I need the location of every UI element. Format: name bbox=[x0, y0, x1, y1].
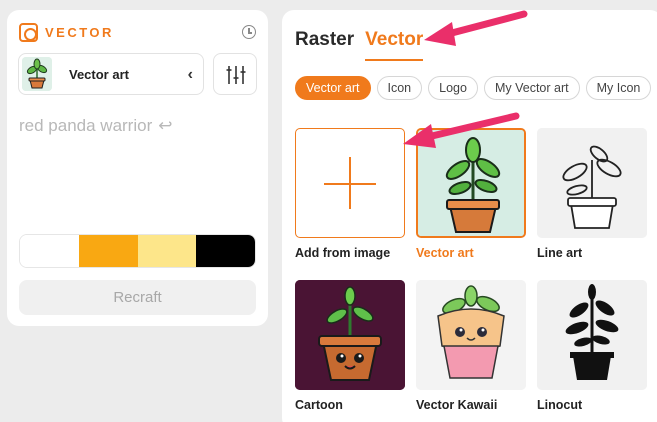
enter-return-icon: ↩ bbox=[158, 116, 173, 135]
style-card-cartoon[interactable]: Cartoon bbox=[295, 280, 405, 412]
settings-sliders-button[interactable] bbox=[213, 53, 257, 95]
kawaii-preview bbox=[416, 280, 526, 390]
recraft-button[interactable]: Recraft bbox=[19, 280, 256, 315]
palette-swatch[interactable] bbox=[137, 235, 197, 267]
history-clock-icon[interactable] bbox=[242, 25, 256, 39]
card-label: Cartoon bbox=[295, 398, 343, 412]
style-thumbnail bbox=[22, 57, 52, 91]
prompt-input[interactable]: red panda warrior ↩ bbox=[19, 116, 173, 136]
mode-tabs: Raster Vector bbox=[295, 29, 424, 61]
card-label: Vector Kawaii bbox=[416, 398, 498, 412]
style-library-panel: Raster Vector Vector art Icon Logo My Ve… bbox=[282, 10, 657, 422]
brand: VECTOR bbox=[19, 23, 114, 42]
vector-art-preview bbox=[416, 128, 526, 238]
tab-vector[interactable]: Vector bbox=[365, 29, 424, 61]
style-panel: VECTOR Vector art ‹ red panda warrior ↩ … bbox=[7, 10, 268, 326]
style-card-vector-kawaii[interactable]: Vector Kawaii bbox=[416, 280, 526, 412]
style-card-linocut[interactable]: Linocut bbox=[537, 280, 647, 412]
palette-swatch[interactable] bbox=[20, 235, 79, 267]
palette-swatch[interactable] bbox=[196, 235, 255, 267]
color-palette[interactable] bbox=[19, 234, 256, 268]
cartoon-preview bbox=[295, 280, 405, 390]
style-card-vector-art[interactable]: Vector art bbox=[416, 128, 526, 260]
style-card-add-from-image[interactable]: Add from image bbox=[295, 128, 405, 260]
brand-name: VECTOR bbox=[45, 25, 114, 40]
vector-logo-icon bbox=[19, 23, 38, 42]
add-image-box[interactable] bbox=[295, 128, 405, 238]
chip-logo[interactable]: Logo bbox=[428, 76, 478, 100]
sliders-icon bbox=[226, 66, 246, 84]
style-card-line-art[interactable]: Line art bbox=[537, 128, 647, 260]
chip-vector-art[interactable]: Vector art bbox=[295, 76, 371, 100]
line-art-preview bbox=[537, 128, 647, 238]
card-label: Line art bbox=[537, 246, 583, 260]
card-label: Vector art bbox=[416, 246, 474, 260]
chip-my-icon[interactable]: My Icon bbox=[585, 76, 652, 100]
chip-icon[interactable]: Icon bbox=[376, 76, 423, 100]
prompt-text: red panda warrior bbox=[19, 116, 153, 135]
palette-swatch[interactable] bbox=[78, 235, 138, 267]
card-label: Add from image bbox=[295, 246, 391, 260]
tab-raster[interactable]: Raster bbox=[295, 29, 354, 61]
style-name: Vector art bbox=[69, 66, 129, 82]
style-category-chips: Vector art Icon Logo My Vector art My Ic… bbox=[295, 76, 652, 100]
chevron-left-icon: ‹ bbox=[187, 66, 193, 83]
style-selector[interactable]: Vector art ‹ bbox=[18, 53, 204, 95]
chip-my-vector-art[interactable]: My Vector art bbox=[483, 76, 580, 100]
card-label: Linocut bbox=[537, 398, 583, 412]
linocut-preview bbox=[537, 280, 647, 390]
